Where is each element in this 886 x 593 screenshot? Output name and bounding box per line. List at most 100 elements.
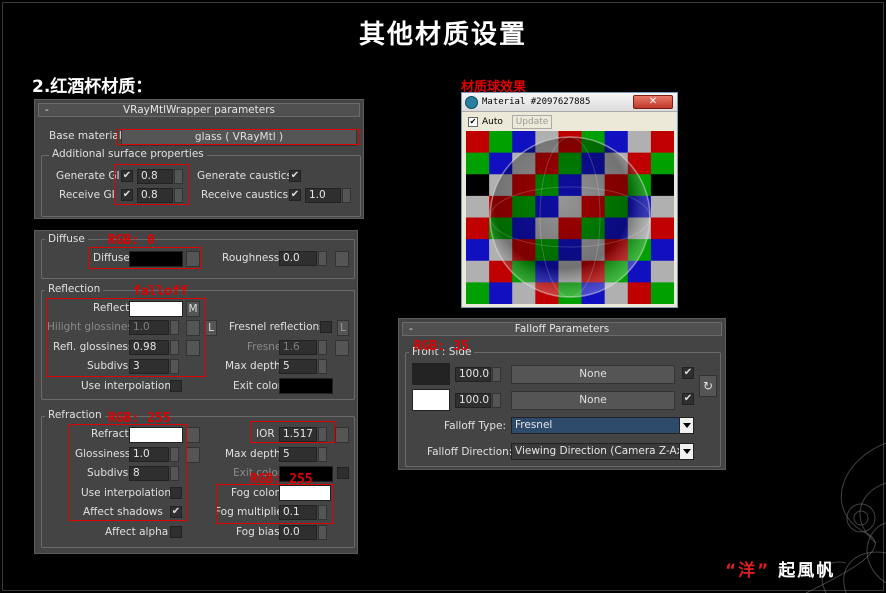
fog-bias-spin-arrows[interactable]	[318, 525, 327, 540]
refr-max-depth-spinner[interactable]: 5	[279, 447, 317, 462]
refr-gloss-map-button[interactable]	[186, 447, 200, 463]
refl-max-depth-spinner[interactable]: 5	[279, 359, 317, 374]
checker-cell	[466, 152, 490, 175]
roughness-map-button[interactable]	[335, 251, 349, 267]
falloff-map2-button[interactable]: None	[511, 391, 675, 410]
reflection-group-label: Reflection	[45, 283, 104, 295]
section-subtitle: 2.红酒杯材质：	[32, 77, 153, 97]
preview-caption: 材质球效果	[461, 80, 527, 95]
refl-exit-color-swatch[interactable]	[279, 378, 333, 394]
fog-bias-spinner[interactable]: 0.0	[279, 525, 317, 540]
falloff-amount1-arrows[interactable]	[492, 367, 501, 382]
receive-caustics-spin-arrows[interactable]	[342, 188, 351, 203]
material-window-toolbar: ✔ Auto Update	[462, 113, 677, 131]
falloff-amount2-spinner[interactable]: 100.0	[455, 393, 491, 408]
checker-cell	[466, 174, 490, 197]
refraction-highlight	[69, 424, 187, 521]
fresnel-ior-map-button[interactable]	[335, 340, 349, 356]
falloff-type-label: Falloff Type:	[444, 420, 506, 432]
refl-exit-color-label: Exit color	[233, 380, 283, 392]
checker-cell	[466, 282, 490, 304]
fog-annotation: RGB: 255	[250, 472, 313, 487]
base-material-highlight	[117, 129, 360, 145]
fresnel-reflections-label: Fresnel reflections	[229, 321, 325, 333]
fresnel-ior-spin-arrows[interactable]	[318, 340, 327, 355]
receive-caustics-label: Receive caustics	[201, 189, 289, 201]
checker-cell	[650, 282, 674, 304]
refr-max-depth-label: Max depth	[225, 448, 281, 460]
material-render-preview	[466, 131, 674, 304]
checker-cell	[466, 217, 490, 240]
gi-highlight	[114, 164, 189, 205]
falloff-rollout-header[interactable]: - Falloff Parameters	[402, 322, 722, 336]
fog-highlight	[216, 484, 334, 524]
checker-cell	[466, 239, 490, 262]
falloff-map1-checkbox[interactable]: ✔	[682, 367, 694, 379]
refl-max-depth-spin-arrows[interactable]	[318, 359, 327, 374]
falloff-map1-button[interactable]: None	[511, 365, 675, 384]
falloff-side-swatch[interactable]	[412, 389, 450, 411]
fresnel-ior-spinner[interactable]: 1.6	[279, 340, 317, 355]
falloff-map2-checkbox[interactable]: ✔	[682, 393, 694, 405]
checker-cell	[489, 282, 513, 304]
refl-use-interpolation-label: Use interpolation	[81, 380, 171, 392]
ior-map-button[interactable]	[335, 427, 349, 443]
diffuse-group-label: Diffuse	[45, 233, 88, 245]
refr-max-depth-spin-arrows[interactable]	[318, 447, 327, 462]
receive-caustics-spinner[interactable]: 1.0	[305, 188, 341, 203]
affect-alpha-checkbox[interactable]	[170, 526, 182, 538]
auto-label: Auto	[482, 117, 503, 127]
wrapper-rollout-header[interactable]: - VRayMtlWrapper parameters	[38, 103, 360, 117]
diffuse-highlight	[89, 247, 201, 269]
reflection-highlight	[46, 298, 206, 377]
roughness-label: Roughness	[222, 252, 280, 264]
falloff-amount1-spinner[interactable]: 100.0	[455, 367, 491, 382]
refr-exit-color-checkbox[interactable]	[337, 467, 349, 479]
falloff-annotation: RGB: 35	[414, 339, 469, 354]
checker-cell	[650, 174, 674, 197]
falloff-direction-dropdown[interactable]: Viewing Direction (Camera Z-Axis)	[511, 443, 694, 460]
checker-cell	[650, 152, 674, 175]
checker-cell	[466, 131, 490, 154]
close-icon[interactable]: ✕	[633, 95, 673, 109]
checker-cell	[650, 195, 674, 218]
surface-properties-group	[41, 155, 361, 217]
swap-colors-icon[interactable]: ↻	[699, 375, 717, 397]
checker-cell	[650, 131, 674, 154]
update-button[interactable]: Update	[512, 115, 552, 129]
page-title: 其他材质设置	[358, 20, 527, 50]
falloff-front-swatch[interactable]	[412, 363, 450, 385]
roughness-spin-arrows[interactable]	[318, 251, 327, 266]
falloff-direction-label: Falloff Direction:	[427, 446, 513, 458]
hilight-lock-button[interactable]: L	[205, 320, 217, 336]
refl-max-depth-label: Max depth	[225, 360, 281, 372]
refract-map-button[interactable]	[186, 427, 200, 443]
diffuse-annotation: RGB: 0	[108, 233, 155, 248]
refract-annotation: RGB: 255	[108, 411, 171, 426]
author-signature: “洋” 起風帆	[725, 561, 836, 581]
checker-cell	[466, 195, 490, 218]
checker-cell	[627, 131, 652, 154]
auto-checkbox[interactable]: ✔	[468, 117, 478, 127]
checker-cell	[627, 282, 652, 304]
roughness-spinner[interactable]: 0.0	[279, 251, 317, 266]
generate-caustics-checkbox[interactable]: ✔	[289, 170, 301, 182]
material-ball-render	[466, 131, 674, 304]
generate-caustics-label: Generate caustics	[197, 170, 292, 182]
fog-bias-label: Fog bias	[236, 526, 280, 538]
fresnel-lock-button[interactable]: L	[337, 320, 349, 336]
falloff-amount2-arrows[interactable]	[492, 393, 501, 408]
reflect-annotation: falloff	[133, 284, 188, 299]
receive-caustics-checkbox[interactable]: ✔	[289, 189, 301, 201]
fresnel-reflections-checkbox[interactable]	[320, 321, 332, 333]
checker-cell	[650, 239, 674, 262]
refl-use-interpolation-checkbox[interactable]	[170, 380, 182, 392]
affect-alpha-label: Affect alpha	[105, 526, 169, 538]
wrapper-panel: - VRayMtlWrapper parameters Base material…	[34, 99, 364, 219]
material-preview-window: Material #2097627885 ✕ ✔ Auto Update	[461, 92, 678, 308]
falloff-type-dropdown[interactable]: Fresnel	[511, 417, 694, 434]
checker-cell	[650, 217, 674, 240]
ior-highlight	[250, 421, 335, 443]
material-window-icon	[465, 96, 478, 109]
base-material-label: Base material:	[49, 130, 126, 142]
